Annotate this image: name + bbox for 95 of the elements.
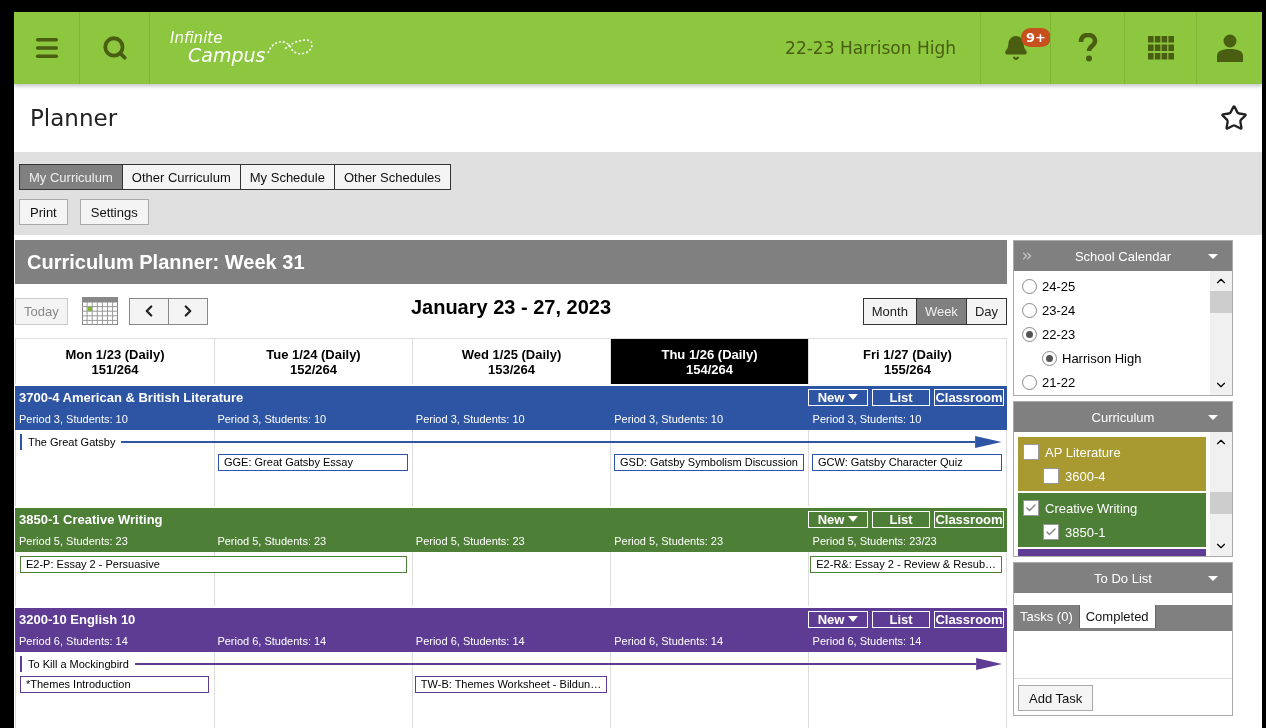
period-info: Period 5, Students: 23 — [18, 535, 129, 547]
planner-tab[interactable]: My Schedule — [239, 164, 335, 190]
period-info: Period 3, Students: 10 — [18, 413, 129, 425]
school-context[interactable]: 22-23 Harrison High — [785, 38, 956, 58]
new-button[interactable]: New — [808, 610, 868, 628]
planner-title: Curriculum Planner: Week 31 — [15, 240, 1007, 284]
period-info: Period 6, Students: 14 — [216, 635, 328, 647]
radio-button[interactable] — [1022, 302, 1037, 318]
view-toggle[interactable]: Month — [862, 297, 917, 325]
curriculum-option[interactable]: Creative Writing — [1018, 496, 1206, 520]
radio-button[interactable] — [1022, 278, 1037, 294]
user-icon — [1216, 34, 1243, 62]
new-button[interactable]: New — [808, 388, 868, 406]
notifications-button[interactable]: 9+ — [980, 12, 1050, 84]
view-toggle[interactable]: Week — [915, 297, 967, 325]
panel-header[interactable]: To Do List — [1014, 563, 1232, 593]
scrollbar[interactable] — [1210, 432, 1232, 556]
course-title: 3200-10 English 10 — [19, 611, 136, 627]
calendar-option[interactable]: 21-22 — [1014, 370, 1210, 394]
unit-span[interactable]: To Kill a Mockingbird — [20, 656, 1002, 672]
action-button[interactable]: Settings — [79, 199, 149, 225]
lesson-item[interactable]: E2-P: Essay 2 - Persuasive — [20, 556, 408, 573]
page-title: Planner — [30, 105, 118, 131]
planner-tab[interactable]: Other Schedules — [333, 164, 451, 190]
period-info: Period 6, Students: 14 — [18, 635, 129, 647]
checkbox[interactable] — [1043, 524, 1059, 540]
period-info: Period 3, Students: 10 — [414, 413, 526, 425]
scrollbar-thumb[interactable] — [1210, 291, 1232, 313]
checkbox[interactable] — [1043, 468, 1059, 484]
caret-icon — [848, 616, 859, 622]
period-info: Period 6, Students: 14 — [613, 635, 725, 647]
logo-text: Infinite — [170, 31, 224, 46]
calendar-option[interactable]: Harrison High — [1014, 346, 1210, 370]
period-info: Period 3, Students: 10 — [216, 413, 328, 425]
caret-icon — [1208, 415, 1218, 420]
favorite-star-icon[interactable] — [1220, 104, 1248, 132]
radio-button[interactable] — [1022, 326, 1037, 342]
calendar-option[interactable]: 23-24 — [1014, 298, 1210, 322]
planner-tab[interactable]: Other Curriculum — [121, 164, 241, 190]
unit-span[interactable]: The Great Gatsby — [20, 434, 1002, 450]
caret-icon — [1208, 576, 1218, 581]
classroom-button[interactable]: Classroom — [934, 510, 1004, 528]
period-info: Period 3, Students: 10 — [811, 413, 923, 425]
period-info: Period 6, Students: 14 — [811, 635, 923, 647]
lesson-item[interactable]: E2-R&: Essay 2 - Review & Resub… — [810, 556, 1002, 573]
date-range: January 23 - 27, 2023 — [410, 296, 612, 319]
course-title: 3850-1 Creative Writing — [19, 511, 163, 527]
calendar-icon[interactable] — [81, 297, 118, 325]
double-chevron-icon — [1020, 249, 1034, 263]
checkbox[interactable] — [1023, 444, 1039, 460]
classroom-button[interactable]: Classroom — [934, 610, 1004, 628]
period-info: Period 5, Students: 23/23 — [811, 535, 938, 547]
course-title: 3700-4 American & British Literature — [19, 389, 244, 405]
classroom-button[interactable]: Classroom — [934, 388, 1004, 406]
radio-button[interactable] — [1022, 374, 1037, 390]
caret-icon — [848, 516, 859, 522]
list-button[interactable]: List — [872, 510, 930, 528]
checkbox[interactable] — [1023, 500, 1039, 516]
lesson-item[interactable]: TW-B: Themes Worksheet - Bildun… — [414, 676, 608, 693]
question-icon — [1077, 33, 1098, 63]
check-icon — [1025, 502, 1037, 514]
lesson-item[interactable]: *Themes Introduction — [20, 676, 210, 693]
lesson-item[interactable]: GSD: Gatsby Symbolism Discussion — [614, 454, 804, 471]
caret-icon — [848, 394, 859, 400]
scrollbar-thumb[interactable] — [1210, 492, 1232, 514]
notification-badge: 9+ — [1021, 28, 1051, 47]
panel-header[interactable]: School Calendar — [1014, 241, 1232, 271]
action-button[interactable]: Print — [19, 199, 68, 225]
search-icon — [101, 35, 128, 61]
curriculum-option[interactable]: 3850-1 — [1018, 520, 1206, 544]
period-info: Period 5, Students: 23 — [414, 535, 526, 547]
list-button[interactable]: List — [872, 610, 930, 628]
panel-header[interactable]: Curriculum — [1014, 402, 1232, 432]
lesson-item[interactable]: GGE: Great Gatsby Essay — [218, 454, 408, 471]
period-info: Period 3, Students: 10 — [613, 413, 725, 425]
scrollbar[interactable] — [1210, 271, 1232, 395]
list-button[interactable]: List — [872, 388, 930, 406]
radio-button[interactable] — [1042, 350, 1057, 366]
logo-text: Campus — [188, 46, 266, 65]
previous-button[interactable] — [128, 297, 169, 325]
calendar-option[interactable]: 24-25 — [1014, 274, 1210, 298]
period-info: Period 5, Students: 23 — [216, 535, 328, 547]
add-task-button[interactable]: Add Task — [1018, 685, 1094, 711]
grid-icon — [1147, 36, 1174, 60]
day-header[interactable]: Thu 1/26 (Daily) 154/264 — [610, 339, 808, 384]
lesson-item[interactable]: GCW: Gatsby Character Quiz — [812, 454, 1002, 471]
period-info: Period 5, Students: 23 — [613, 535, 725, 547]
next-button[interactable] — [167, 297, 208, 325]
todo-tab[interactable]: Completed — [1079, 605, 1156, 628]
calendar-option[interactable]: 22-23 — [1014, 322, 1210, 346]
caret-icon — [1208, 254, 1218, 259]
view-toggle[interactable]: Day — [965, 297, 1007, 325]
period-info: Period 6, Students: 14 — [414, 635, 526, 647]
new-button[interactable]: New — [808, 510, 868, 528]
check-icon — [1045, 526, 1057, 538]
